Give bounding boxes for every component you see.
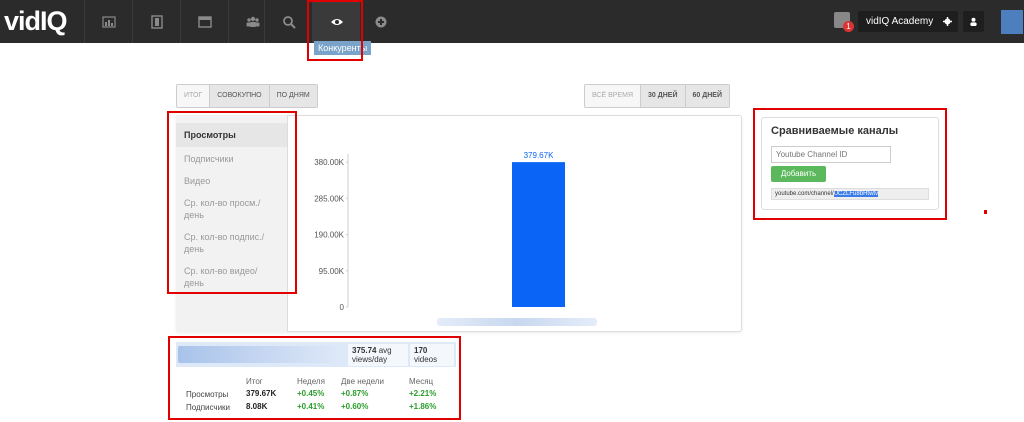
stats-month-change: +1.86% (409, 402, 437, 411)
browser-nav-button[interactable] (180, 0, 228, 43)
channel-stats-card: 375.74 avg views/day 170 videos Итог Недел… (176, 342, 456, 418)
compare-channels-title: Сравниваемые каналы (771, 125, 899, 137)
bar-data-label: 379.67K (524, 151, 554, 160)
tab-60-days[interactable]: 60 ДНЕЙ (685, 85, 729, 107)
competitors-tooltip: Конкуренты (314, 41, 372, 55)
tab-total[interactable]: ИТОГ (177, 85, 211, 107)
dashboard-nav-button[interactable] (84, 0, 132, 43)
metric-item-avg-views-day[interactable]: Ср. кол-во просм./ день (176, 191, 287, 225)
add-nav-button[interactable] (356, 0, 404, 43)
y-tick-label: 0 (340, 303, 345, 312)
stats-table: Итог Неделя Две недели Месяц Просмотры 3… (176, 342, 456, 418)
y-tick-label: 95.00K (319, 267, 345, 276)
channel-url-field[interactable]: youtube.com/channel/UCZLFu8bHtwtv (771, 188, 929, 200)
stats-row-label: Подписчики (186, 403, 231, 412)
tab-all-time[interactable]: ВСЁ ВРЕМЯ (585, 85, 642, 107)
stats-header-month: Месяц (409, 377, 434, 386)
film-icon (150, 14, 163, 29)
channel-id-input[interactable] (771, 146, 891, 163)
metric-menu: Просмотры Подписчики Видео Ср. кол-во пр… (176, 115, 288, 332)
tab-cumulative[interactable]: СОВОКУПНО (210, 85, 270, 107)
stats-total-value: 8.08K (246, 402, 268, 411)
channel-url-id: UCZLFu8bHtwtv (833, 191, 879, 197)
competitors-nav-button[interactable] (312, 0, 360, 43)
stats-total-value: 379.67K (246, 389, 277, 398)
stats-week-change: +0.41% (297, 402, 325, 411)
view-mode-tabs: ИТОГ СОВОКУПНО ПО ДНЯМ (176, 84, 318, 108)
bar-chart-icon (101, 15, 116, 28)
stats-header-week: Неделя (297, 377, 325, 386)
y-tick-label: 285.00K (314, 194, 344, 203)
time-range-tabs: ВСЁ ВРЕМЯ 30 ДНЕЙ 60 ДНЕЙ (584, 84, 730, 108)
red-marker (984, 210, 987, 214)
window-icon (197, 15, 212, 28)
avatar[interactable] (1001, 10, 1023, 34)
views-bar-chart: 380.00K 285.00K 190.00K 95.00K 0 379.67K (314, 151, 565, 312)
metric-item-views[interactable]: Просмотры (176, 123, 287, 147)
stats-header-two-weeks: Две недели (341, 377, 384, 386)
y-tick-label: 380.00K (314, 158, 344, 167)
stats-header-total: Итог (246, 377, 263, 386)
channel-name-blurred (437, 318, 597, 326)
top-navigation-bar: vidIQ 1 vidIQ Academy (0, 0, 1024, 43)
tab-30-days[interactable]: 30 ДНЕЙ (641, 85, 686, 107)
stats-row-label: Просмотры (186, 390, 229, 399)
metric-item-avg-subs-day[interactable]: Ср. кол-во подпис./ день (176, 225, 287, 259)
y-tick-label: 190.00K (314, 231, 344, 240)
notification-count-badge: 1 (843, 21, 854, 32)
metric-item-avg-videos-day[interactable]: Ср. кол-во видео/ день (176, 259, 287, 293)
stats-month-change: +2.21% (409, 389, 437, 398)
vidiq-logo[interactable]: vidIQ (4, 6, 68, 37)
chart-bar[interactable] (512, 162, 565, 307)
vidiq-academy-button[interactable]: vidIQ Academy (858, 11, 942, 32)
user-icon (970, 17, 977, 26)
video-nav-button[interactable] (132, 0, 180, 43)
plus-circle-icon (375, 16, 386, 27)
metric-item-subscribers[interactable]: Подписчики (176, 147, 287, 169)
user-button[interactable] (963, 11, 984, 32)
gear-icon (943, 17, 952, 26)
users-icon (246, 16, 259, 27)
settings-button[interactable] (937, 11, 958, 32)
eye-icon (330, 18, 343, 25)
channel-url-prefix: youtube.com/channel/ (775, 191, 834, 197)
stats-two-weeks-change: +0.60% (341, 402, 369, 411)
stats-week-change: +0.45% (297, 389, 325, 398)
tab-by-day[interactable]: ПО ДНЯМ (269, 85, 317, 107)
search-icon (282, 15, 296, 29)
stats-two-weeks-change: +0.87% (341, 389, 369, 398)
add-channel-button[interactable]: Добавить (771, 166, 826, 182)
search-nav-button[interactable] (264, 0, 312, 43)
metric-item-videos[interactable]: Видео (176, 169, 287, 191)
compare-channels-panel: Сравниваемые каналы Добавить youtube.com… (761, 117, 939, 210)
